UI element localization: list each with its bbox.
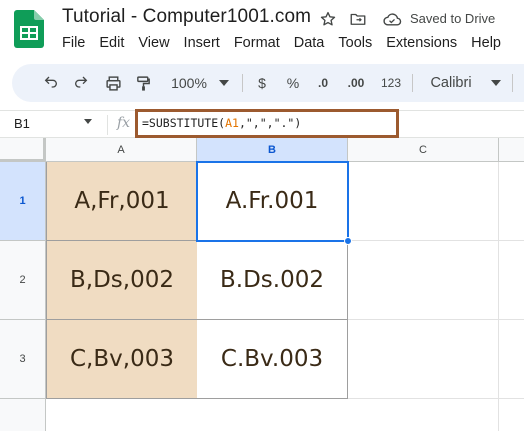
undo-icon[interactable]: [40, 64, 62, 102]
gridline: [348, 319, 524, 320]
menu-edit[interactable]: Edit: [99, 35, 124, 51]
redo-icon[interactable]: [70, 64, 92, 102]
menu-format[interactable]: Format: [234, 35, 280, 51]
toolbar-divider: [242, 74, 243, 92]
menu-view[interactable]: View: [138, 35, 169, 51]
row-header-4[interactable]: [0, 399, 46, 431]
cell-a2[interactable]: B,Ds,002: [46, 241, 198, 320]
menu-insert[interactable]: Insert: [184, 35, 220, 51]
paint-format-icon[interactable]: [132, 64, 154, 102]
cell-b2[interactable]: B.Ds.002: [197, 241, 348, 320]
toolbar-divider: [412, 74, 413, 92]
cell-a1[interactable]: A,Fr,001: [46, 162, 198, 241]
cell-b3[interactable]: C.Bv.003: [197, 320, 348, 399]
gridline: [498, 162, 499, 431]
increase-decimal-button[interactable]: .00: [342, 64, 370, 102]
column-header-b[interactable]: B: [197, 138, 348, 162]
formula-args: ,",","."): [238, 116, 302, 130]
fx-icon: fx: [117, 115, 131, 131]
font-dropdown-icon[interactable]: [490, 64, 502, 102]
cloud-saved-icon[interactable]: [382, 9, 402, 29]
formula-function: =SUBSTITUTE(: [142, 116, 226, 130]
menu-tools[interactable]: Tools: [338, 35, 372, 51]
menu-bar: File Edit View Insert Format Data Tools …: [62, 35, 515, 51]
number-format-button[interactable]: 123: [378, 64, 404, 102]
fill-handle[interactable]: [344, 237, 352, 245]
toolbar-divider: [512, 74, 513, 92]
percent-format-button[interactable]: %: [284, 64, 302, 102]
cell-b1[interactable]: A.Fr.001: [197, 162, 348, 241]
gridline: [348, 398, 524, 399]
gridline: [348, 240, 524, 241]
formula-cell-ref: A1: [225, 116, 239, 130]
star-icon[interactable]: [318, 9, 338, 29]
row-header-1[interactable]: 1: [0, 162, 46, 241]
toolbar: 100% $ % .0 .00 123 Calibri: [12, 64, 524, 102]
menu-data[interactable]: Data: [294, 35, 325, 51]
menu-help[interactable]: Help: [471, 35, 501, 51]
name-box-dropdown-icon[interactable]: [84, 119, 92, 124]
menu-file[interactable]: File: [62, 35, 85, 51]
saved-status: Saved to Drive: [410, 11, 496, 26]
row-header-3[interactable]: 3: [0, 320, 46, 399]
currency-format-button[interactable]: $: [254, 64, 270, 102]
column-header-c[interactable]: C: [348, 138, 499, 162]
column-header-d[interactable]: [499, 138, 524, 162]
zoom-select[interactable]: 100%: [164, 64, 214, 102]
move-to-folder-icon[interactable]: [348, 9, 368, 29]
spreadsheet-grid: A B C 1 2 3 A,Fr,001 A.Fr.001 B,Ds,002 B…: [0, 138, 524, 431]
sheets-logo-icon[interactable]: [14, 10, 44, 48]
print-icon[interactable]: [102, 64, 124, 102]
column-header-a[interactable]: A: [46, 138, 197, 162]
font-family-select[interactable]: Calibri: [424, 64, 478, 102]
cell-a3[interactable]: C,Bv,003: [46, 320, 198, 399]
menu-extensions[interactable]: Extensions: [386, 35, 457, 51]
zoom-dropdown-icon[interactable]: [218, 64, 230, 102]
decrease-decimal-button[interactable]: .0: [312, 64, 334, 102]
formula-input[interactable]: =SUBSTITUTE(A1,",","."): [135, 109, 399, 138]
document-title[interactable]: Tutorial - Computer1001.com: [62, 6, 311, 28]
select-all-corner[interactable]: [0, 138, 46, 162]
name-box[interactable]: B1: [14, 116, 30, 131]
row-header-2[interactable]: 2: [0, 241, 46, 320]
formula-bar-divider: [107, 115, 108, 135]
